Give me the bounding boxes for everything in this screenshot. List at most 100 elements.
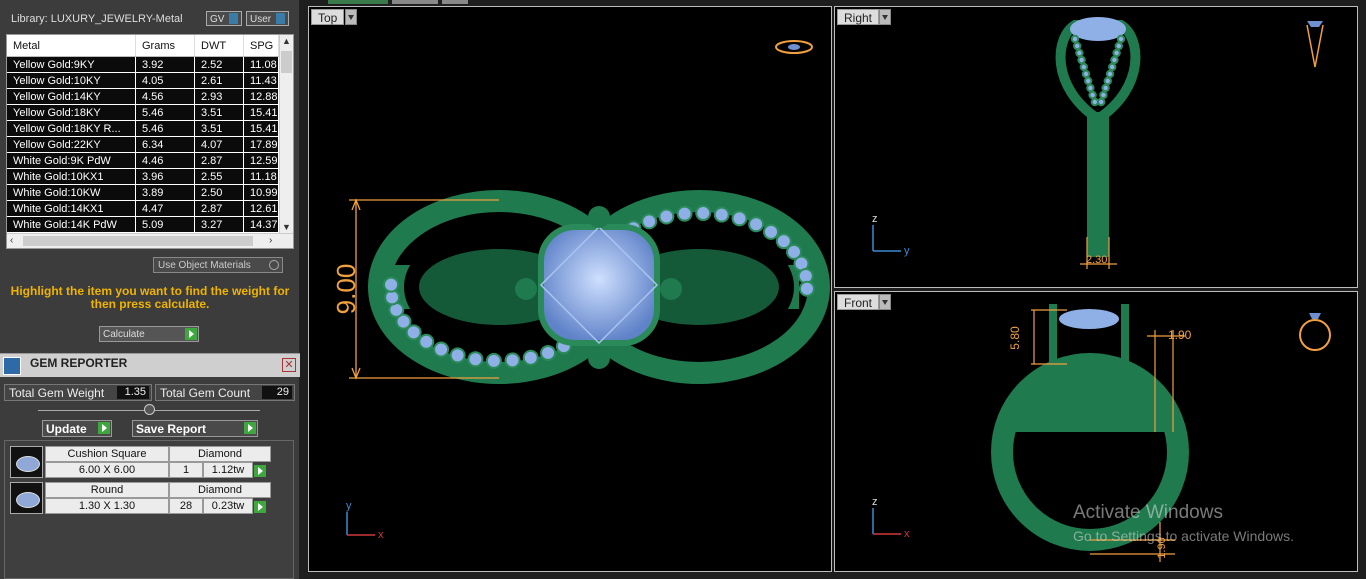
chevron-down-icon[interactable]: [879, 294, 891, 310]
metal-table-row[interactable]: Yellow Gold:14KY 4.56 2.93 12.88: [7, 89, 293, 105]
height-dimension-label: 5.80: [1008, 326, 1022, 350]
gem-thumbnail: [10, 482, 43, 514]
metal-grams: 4.46: [136, 153, 195, 168]
metal-table-row[interactable]: White Gold:10KW 3.89 2.50 10.99: [7, 185, 293, 201]
gem-type: Diamond: [169, 482, 271, 498]
scroll-right-icon[interactable]: ›: [269, 235, 272, 246]
melee-stone: [449, 347, 466, 364]
axis-x-label: x: [378, 529, 384, 541]
calculate-button[interactable]: Calculate: [99, 326, 199, 342]
ring-preview-icon: [775, 40, 813, 54]
scroll-left-icon[interactable]: ‹: [10, 235, 13, 246]
gem-shape: Cushion Square: [45, 446, 169, 462]
metal-table-row[interactable]: White Gold:14KX1 4.47 2.87 12.61: [7, 201, 293, 217]
right-viewport[interactable]: 2.30 z y Right: [834, 6, 1358, 288]
melee-stone: [763, 223, 780, 240]
user-label: User: [250, 14, 272, 25]
metal-table-row[interactable]: Yellow Gold:22KY 6.34 4.07 17.89: [7, 137, 293, 153]
ring-front-preview-icon: [1299, 313, 1331, 351]
horizontal-scrollbar[interactable]: ‹ ›: [7, 233, 293, 248]
activation-watermark-text: Go to Settings to activate Windows.: [1073, 528, 1294, 544]
viewport-label[interactable]: Front: [837, 294, 880, 310]
gv-toggle[interactable]: GV: [206, 11, 243, 26]
metal-spg: 15.41: [244, 105, 279, 120]
update-label: Update: [46, 422, 87, 436]
chevron-down-icon[interactable]: [345, 9, 357, 25]
metal-table-row[interactable]: White Gold:10KX1 3.96 2.55 11.18: [7, 169, 293, 185]
metal-name: Yellow Gold:10KY: [7, 73, 136, 88]
header-dwt[interactable]: DWT: [195, 35, 244, 56]
melee-stone: [485, 352, 502, 369]
center-stone: [538, 224, 660, 346]
metal-table-row[interactable]: Yellow Gold:10KY 4.05 2.61 11.43: [7, 73, 293, 89]
total-gem-weight-label: Total Gem Weight: [9, 386, 105, 400]
header-spg[interactable]: SPG: [244, 35, 279, 56]
play-icon[interactable]: [254, 465, 266, 477]
viewport-tab[interactable]: [442, 0, 468, 4]
metal-spg: 15.41: [244, 121, 279, 136]
offset-dimension-label: 1.90: [1168, 328, 1192, 342]
header-metal[interactable]: Metal: [7, 35, 136, 56]
gem-row[interactable]: Cushion Square Diamond 6.00 X 6.00 1 1.1…: [10, 446, 271, 478]
metal-dwt: 4.07: [195, 137, 244, 152]
metal-dwt: 3.51: [195, 121, 244, 136]
scroll-down-icon[interactable]: ▼: [282, 222, 291, 232]
axis-y-label: y: [346, 500, 352, 512]
axis-x-label: x: [904, 528, 910, 540]
viewport-label[interactable]: Right: [837, 9, 880, 25]
library-bar: Library: LUXURY_JEWELRY-Metal GV User: [5, 10, 295, 28]
ring-side-preview-icon: [1306, 21, 1324, 68]
metal-table-row[interactable]: White Gold:9K PdW 4.46 2.87 12.59: [7, 153, 293, 169]
gem-shape: Round: [45, 482, 169, 498]
prong: [660, 278, 682, 300]
melee-stone: [1077, 55, 1086, 65]
metal-grams: 3.92: [136, 57, 195, 72]
melee-stones: [1070, 34, 1126, 107]
melee-stone: [1114, 41, 1123, 51]
gem-row[interactable]: Round Diamond 1.30 X 1.30 28 0.23tw: [10, 482, 271, 514]
metal-table-row[interactable]: White Gold:14K PdW 5.09 3.27 14.37: [7, 217, 293, 233]
gem-thumbnail: [10, 446, 43, 478]
vertical-scrollbar[interactable]: ▲ ▼: [279, 35, 293, 233]
metal-dwt: 2.87: [195, 153, 244, 168]
radio-icon[interactable]: [269, 260, 279, 270]
report-slider-handle[interactable]: [144, 404, 155, 415]
update-button[interactable]: Update: [42, 420, 112, 437]
viewport-tab[interactable]: [392, 0, 438, 4]
close-icon[interactable]: ✕: [282, 358, 296, 372]
right-view-canvas: 2.30 z y: [872, 17, 1324, 269]
gv-label: GV: [210, 14, 225, 25]
user-toggle[interactable]: User: [246, 11, 290, 26]
viewport-label[interactable]: Top: [311, 9, 345, 25]
metal-name: Yellow Gold:9KY: [7, 57, 136, 72]
top-viewport[interactable]: 9.00 y x Top: [308, 6, 832, 572]
metal-table-row[interactable]: Yellow Gold:18KY R... 5.46 3.51 15.41: [7, 121, 293, 137]
melee-stone: [433, 341, 450, 358]
calculate-label: Calculate: [103, 329, 145, 340]
use-object-materials-option[interactable]: Use Object Materials: [153, 257, 283, 273]
total-gem-count-label: Total Gem Count: [160, 386, 251, 400]
metal-table-header: Metal Grams DWT SPG: [7, 35, 293, 57]
scroll-thumb[interactable]: [281, 51, 292, 73]
metal-table-row[interactable]: Yellow Gold:18KY 5.46 3.51 15.41: [7, 105, 293, 121]
app-window: Library: LUXURY_JEWELRY-Metal GV User Me…: [0, 0, 1366, 579]
save-report-button[interactable]: Save Report: [132, 420, 258, 437]
chevron-down-icon[interactable]: [879, 9, 891, 25]
melee-stone: [1112, 48, 1121, 58]
melee-stone: [1086, 83, 1095, 93]
melee-stone: [1070, 34, 1080, 44]
gem-type: Diamond: [169, 446, 271, 462]
metal-grams: 4.56: [136, 89, 195, 104]
metal-name: White Gold:14KX1: [7, 201, 136, 216]
metal-table-row[interactable]: Yellow Gold:9KY 3.92 2.52 11.08: [7, 57, 293, 73]
scroll-thumb[interactable]: [23, 236, 253, 246]
axis-y-label: y: [904, 245, 910, 257]
melee-stone: [1105, 69, 1115, 79]
use-object-materials-label: Use Object Materials: [158, 260, 251, 271]
play-icon[interactable]: [254, 501, 266, 513]
metal-spg: 11.43: [244, 73, 279, 88]
header-grams[interactable]: Grams: [136, 35, 195, 56]
prong: [588, 206, 610, 228]
scroll-up-icon[interactable]: ▲: [282, 36, 291, 46]
viewport-tab[interactable]: [328, 0, 388, 4]
